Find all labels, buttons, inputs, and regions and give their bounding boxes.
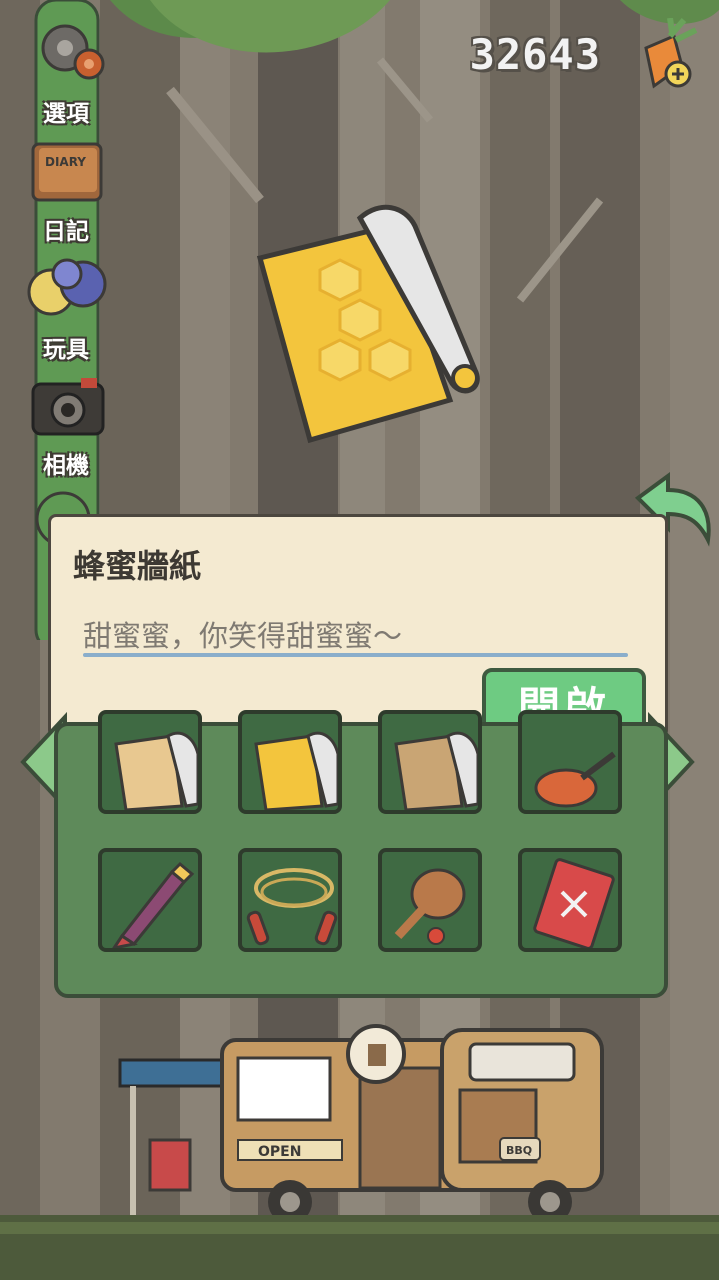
diary-icon-text: DIARY bbox=[45, 155, 86, 169]
item-title: 蜂蜜牆紙 bbox=[73, 547, 202, 585]
sidebar-item-label: 相機 bbox=[43, 453, 89, 479]
red-card-icon bbox=[533, 858, 615, 948]
inventory-slot-4[interactable] bbox=[518, 710, 622, 814]
wallpaper-orange-icon bbox=[114, 731, 198, 810]
inventory-slot-2[interactable] bbox=[238, 710, 342, 814]
sidebar-item-toys[interactable]: 玩具 bbox=[20, 254, 112, 364]
carrot-counter: 32643 bbox=[469, 30, 601, 79]
shop-truck: OPEN BBQ bbox=[118, 1024, 604, 1224]
inventory-slot-3[interactable] bbox=[378, 710, 482, 814]
gear-icon bbox=[41, 24, 105, 80]
toy-balls-icon bbox=[27, 258, 107, 316]
diary-icon: DIARY bbox=[31, 142, 103, 202]
wallpaper-wood-icon bbox=[394, 731, 478, 810]
sidebar-item-label: 玩具 bbox=[43, 337, 89, 363]
inventory-slot-6[interactable] bbox=[238, 848, 342, 952]
grass-strip bbox=[0, 1222, 719, 1234]
game-scene: 選項 DIARY 日記 玩具 相機 32643 蜂蜜牆紙 甜蜜蜜，你笑得甜蜜蜜～… bbox=[0, 0, 719, 1280]
honey-wallpaper-icon bbox=[256, 204, 480, 444]
description-underline bbox=[83, 653, 628, 657]
inventory-slot-7[interactable] bbox=[378, 848, 482, 952]
crayon-icon bbox=[112, 861, 195, 948]
sidebar-item-diary[interactable]: DIARY 日記 bbox=[20, 136, 112, 246]
sidebar-item-camera[interactable]: 相機 bbox=[20, 370, 112, 480]
inventory-slot-8[interactable] bbox=[518, 848, 622, 952]
wallpaper-honey-icon bbox=[254, 731, 338, 810]
camera-icon bbox=[31, 378, 105, 436]
carrot-plus-icon[interactable] bbox=[626, 18, 701, 93]
inventory-slot-5[interactable] bbox=[98, 848, 202, 952]
inventory-slot-1[interactable] bbox=[98, 710, 202, 814]
sidebar-item-label: 選項 bbox=[43, 101, 89, 127]
item-description: 甜蜜蜜，你笑得甜蜜蜜～ bbox=[83, 619, 403, 653]
sidebar-item-options[interactable]: 選項 bbox=[20, 18, 112, 128]
sidebar-item-label: 日記 bbox=[43, 219, 89, 245]
ukulele-icon bbox=[534, 751, 616, 808]
bbq-badge: BBQ bbox=[506, 1144, 532, 1157]
open-sign: OPEN bbox=[258, 1144, 301, 1160]
paddle-ball-icon bbox=[394, 868, 466, 945]
jump-rope-icon bbox=[246, 868, 338, 946]
